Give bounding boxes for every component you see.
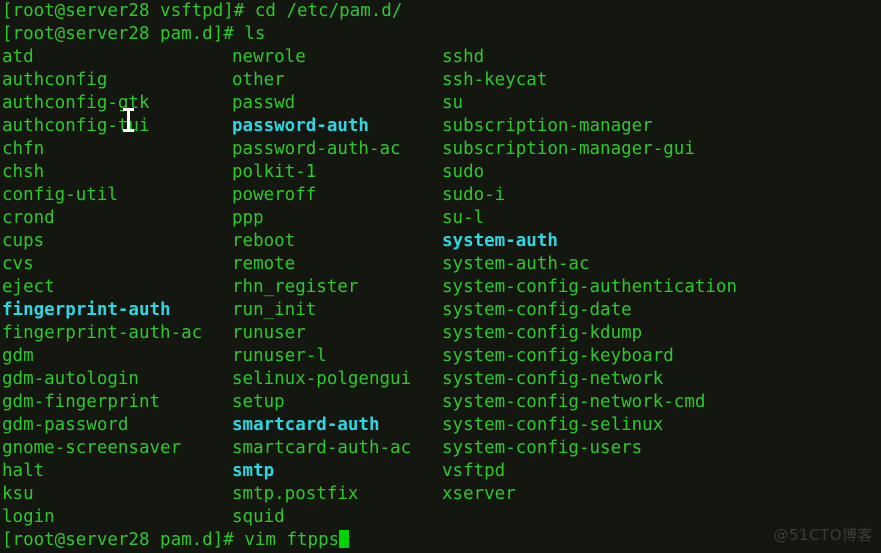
listing-file: su	[442, 93, 464, 113]
listing-file: cups	[2, 231, 45, 251]
listing-file: rhn_register	[232, 277, 359, 297]
listing-row: fingerprint-auth run_init system-config-da…	[2, 299, 881, 322]
active-prompt-line[interactable]: [root@server28 pam.d]# vim ftpps	[2, 529, 881, 552]
listing-symlink: password-auth	[232, 116, 369, 136]
listing-row: eject rhn_register system-config-authentic…	[2, 276, 881, 299]
listing-file: ksu	[2, 484, 34, 504]
command-line-ls: [root@server28 pam.d]# ls	[2, 24, 266, 44]
watermark: @51CTO博客	[773, 526, 873, 544]
listing-file: gdm-password	[2, 415, 129, 435]
listing-file: system-config-network	[442, 369, 664, 389]
listing-file: system-config-date	[442, 300, 632, 320]
listing-row: ksu smtp.postfix xserver	[2, 483, 881, 506]
listing-symlink: system-auth	[442, 231, 558, 251]
listing-row: cvs remote system-auth-ac	[2, 253, 881, 276]
listing-file: authconfig-tui	[2, 116, 150, 136]
listing-file: passwd	[232, 93, 296, 113]
listing-file: atd	[2, 47, 34, 67]
listing-file: sudo	[442, 162, 485, 182]
listing-row: gnome-screensaver smartcard-auth-ac system…	[2, 437, 881, 460]
listing-row: atd newrole sshd	[2, 46, 881, 69]
listing-symlink: smartcard-auth	[232, 415, 380, 435]
listing-file: chsh	[2, 162, 45, 182]
listing-symlink: smtp	[232, 461, 275, 481]
listing-row: chfn password-auth-ac subscription-manager…	[2, 138, 881, 161]
listing-file: gdm-autologin	[2, 369, 139, 389]
command-line-cd: [root@server28 vsftpd]# cd /etc/pam.d/	[2, 1, 403, 21]
listing-row: gdm-password smartcard-auth system-config-…	[2, 414, 881, 437]
listing-file: smartcard-auth-ac	[232, 438, 412, 458]
listing-row: halt smtp vsftpd	[2, 460, 881, 483]
listing-file: system-config-users	[442, 438, 643, 458]
listing-row: crond ppp su-l	[2, 207, 881, 230]
listing-file: login	[2, 507, 55, 527]
listing-file: ppp	[232, 208, 264, 228]
listing-file: halt	[2, 461, 45, 481]
listing-file: runuser-l	[232, 346, 327, 366]
listing-file: setup	[232, 392, 285, 412]
listing-file: subscription-manager-gui	[442, 139, 695, 159]
listing-file: system-config-kdump	[442, 323, 643, 343]
listing-file: xserver	[442, 484, 516, 504]
listing-file: smtp.postfix	[232, 484, 359, 504]
listing-row: gdm runuser-l system-config-keyboard	[2, 345, 881, 368]
listing-file: cvs	[2, 254, 34, 274]
active-prompt-text: [root@server28 pam.d]# vim ftpps	[2, 530, 340, 550]
listing-row: chsh polkit-1 sudo	[2, 161, 881, 184]
listing-file: authconfig	[2, 70, 108, 90]
listing-row: authconfig other ssh-keycat	[2, 69, 881, 92]
listing-file: system-auth-ac	[442, 254, 590, 274]
listing-file: other	[232, 70, 285, 90]
listing-file: system-config-keyboard	[442, 346, 674, 366]
listing-file: gdm-fingerprint	[2, 392, 161, 412]
listing-row: authconfig-tui password-auth subscription-…	[2, 115, 881, 138]
listing-file: authconfig-gtk	[2, 93, 150, 113]
listing-file: runuser	[232, 323, 306, 343]
listing-file: eject	[2, 277, 55, 297]
listing-file: system-config-network-cmd	[442, 392, 706, 412]
terminal-screen[interactable]: [root@server28 vsftpd]# cd /etc/pam.d/ […	[2, 0, 881, 553]
listing-file: sudo-i	[442, 185, 506, 205]
listing-file: reboot	[232, 231, 296, 251]
listing-file: subscription-manager	[442, 116, 653, 136]
listing-symlink: fingerprint-auth	[2, 300, 171, 320]
listing-row: gdm-autologin selinux-polgengui system-con…	[2, 368, 881, 391]
listing-row: login squid	[2, 506, 881, 529]
listing-file: password-auth-ac	[232, 139, 401, 159]
listing-file: run_init	[232, 300, 317, 320]
listing-file: vsftpd	[442, 461, 506, 481]
listing-file: sshd	[442, 47, 485, 67]
directory-listing: atd newrole sshd authconfig other ssh-keycat a…	[2, 46, 881, 529]
listing-row: config-util poweroff sudo-i	[2, 184, 881, 207]
listing-file: polkit-1	[232, 162, 317, 182]
listing-file: gnome-screensaver	[2, 438, 182, 458]
listing-file: poweroff	[232, 185, 317, 205]
listing-row: gdm-fingerprint setup system-config-networ…	[2, 391, 881, 414]
listing-file: crond	[2, 208, 55, 228]
listing-file: config-util	[2, 185, 118, 205]
listing-file: ssh-keycat	[442, 70, 548, 90]
listing-row: authconfig-gtk passwd su	[2, 92, 881, 115]
listing-file: gdm	[2, 346, 34, 366]
listing-file: selinux-polgengui	[232, 369, 412, 389]
listing-file: chfn	[2, 139, 45, 159]
listing-file: system-config-authentication	[442, 277, 738, 297]
listing-row: cups reboot system-auth	[2, 230, 881, 253]
listing-file: su-l	[442, 208, 485, 228]
listing-file: newrole	[232, 47, 306, 67]
terminal-window[interactable]: [root@server28 vsftpd]# cd /etc/pam.d/ […	[0, 0, 881, 553]
listing-file: squid	[232, 507, 285, 527]
listing-row: fingerprint-auth-ac runuser system-config-…	[2, 322, 881, 345]
listing-file: remote	[232, 254, 296, 274]
text-cursor	[339, 530, 350, 548]
listing-file: fingerprint-auth-ac	[2, 323, 203, 343]
listing-file: system-config-selinux	[442, 415, 664, 435]
